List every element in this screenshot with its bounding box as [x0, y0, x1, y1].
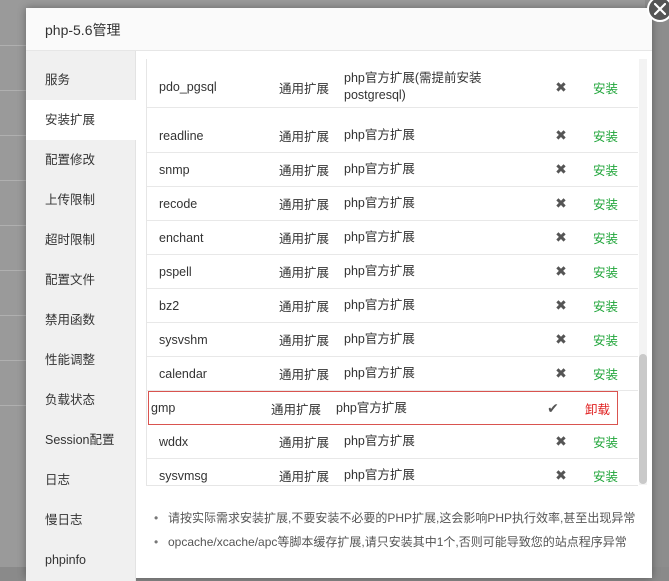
sidebar-item-phpinfo[interactable]: phpinfo: [26, 540, 135, 580]
table-row: enchant 通用扩展 php官方扩展 ✖ 安装: [147, 221, 638, 255]
ext-name: pspell: [159, 264, 192, 279]
ext-desc: php官方扩展: [344, 298, 415, 312]
ext-name: bz2: [159, 298, 180, 313]
php-manager-dialog: php-5.6管理 服务 安装扩展 配置修改 上传限制 超时限制 配置文件 禁用…: [26, 8, 652, 581]
table-row-selected: gmp 通用扩展 php官方扩展 ✔ 卸载: [148, 391, 618, 425]
tips-list: 请按实际需求安装扩展,不要安装不必要的PHP扩展,这会影响PHP执行效率,甚至出…: [152, 506, 647, 554]
not-installed-icon: ✖: [555, 263, 567, 279]
install-button[interactable]: 安装: [593, 357, 618, 390]
ext-type: 通用扩展: [279, 334, 330, 348]
ext-desc: php官方扩展: [344, 468, 415, 482]
sidebar-item-disabled-functions[interactable]: 禁用函数: [26, 300, 135, 340]
ext-desc: php官方扩展: [344, 332, 415, 346]
sidebar-item-config-edit[interactable]: 配置修改: [26, 140, 135, 180]
sidebar-item-slow-log[interactable]: 慢日志: [26, 500, 135, 540]
ext-desc: php官方扩展: [344, 366, 415, 380]
table-row: sysvshm 通用扩展 php官方扩展 ✖ 安装: [147, 323, 638, 357]
sidebar-item-config-file[interactable]: 配置文件: [26, 260, 135, 300]
install-button[interactable]: 安装: [593, 255, 618, 288]
not-installed-icon: ✖: [555, 331, 567, 347]
ext-type: 通用扩展: [279, 81, 330, 96]
table-row: readline 通用扩展 php官方扩展 ✖ 安装: [147, 119, 638, 153]
scrollbar-thumb[interactable]: [639, 354, 647, 484]
sidebar-item-install-extensions[interactable]: 安装扩展: [26, 100, 136, 140]
table-row: bz2 通用扩展 php官方扩展 ✖ 安装: [147, 289, 638, 323]
ext-name: recode: [159, 196, 198, 211]
not-installed-icon: ✖: [555, 127, 567, 143]
not-installed-icon: ✖: [555, 467, 567, 483]
ext-name: sysvmsg: [159, 468, 208, 483]
install-button[interactable]: 安装: [593, 153, 618, 186]
install-button[interactable]: 安装: [593, 67, 618, 107]
ext-type: 通用扩展: [279, 368, 330, 382]
table-row: wddx 通用扩展 php官方扩展 ✖ 安装: [147, 425, 638, 459]
ext-type: 通用扩展: [279, 470, 330, 484]
content-area: pdo_pgsql 通用扩展 php官方扩展(需提前安装postgresql) …: [136, 51, 652, 581]
ext-name: wddx: [159, 434, 189, 449]
ext-type: 通用扩展: [279, 164, 330, 178]
ext-desc: php官方扩展: [344, 128, 415, 142]
ext-desc: php官方扩展: [344, 230, 415, 244]
extensions-table: pdo_pgsql 通用扩展 php官方扩展(需提前安装postgresql) …: [146, 59, 638, 486]
ext-desc: php官方扩展: [344, 434, 415, 448]
install-button[interactable]: 安装: [593, 425, 618, 458]
not-installed-icon: ✖: [555, 161, 567, 177]
uninstall-button[interactable]: 卸载: [585, 392, 610, 424]
install-button[interactable]: 安装: [593, 289, 618, 322]
sidebar-item-session-config[interactable]: Session配置: [26, 420, 135, 460]
not-installed-icon: ✖: [555, 365, 567, 381]
ext-type: 通用扩展: [279, 300, 330, 314]
installed-check-icon: ✔: [547, 399, 559, 416]
ext-type: 通用扩展: [279, 266, 330, 280]
table-row: pdo_pgsql 通用扩展 php官方扩展(需提前安装postgresql) …: [147, 67, 638, 108]
ext-name: calendar: [159, 366, 207, 381]
install-button[interactable]: 安装: [593, 119, 618, 152]
sidebar-item-load-status[interactable]: 负载状态: [26, 380, 135, 420]
ext-desc: php官方扩展(需提前安装postgresql): [344, 71, 482, 102]
tip-item: 请按实际需求安装扩展,不要安装不必要的PHP扩展,这会影响PHP执行效率,甚至出…: [152, 506, 647, 530]
not-installed-icon: ✖: [555, 195, 567, 211]
ext-desc: php官方扩展: [344, 162, 415, 176]
table-row: sysvmsg 通用扩展 php官方扩展 ✖ 安装: [147, 459, 638, 485]
install-button[interactable]: 安装: [593, 323, 618, 356]
ext-name: sysvshm: [159, 332, 208, 347]
table-row: calendar 通用扩展 php官方扩展 ✖ 安装: [147, 357, 638, 391]
tip-item: opcache/xcache/apc等脚本缓存扩展,请只安装其中1个,否则可能导…: [152, 530, 647, 554]
close-icon: [654, 3, 666, 15]
sidebar-item-timeout-limit[interactable]: 超时限制: [26, 220, 135, 260]
install-button[interactable]: 安装: [593, 221, 618, 254]
install-button[interactable]: 安装: [593, 187, 618, 220]
dialog-title: php-5.6管理: [45, 22, 121, 38]
ext-type: 通用扩展: [279, 436, 330, 450]
not-installed-icon: ✖: [555, 229, 567, 245]
table-row: recode 通用扩展 php官方扩展 ✖ 安装: [147, 187, 638, 221]
ext-type: 通用扩展: [279, 198, 330, 212]
not-installed-icon: ✖: [555, 433, 567, 449]
ext-name: readline: [159, 128, 204, 143]
not-installed-icon: ✖: [555, 297, 567, 313]
ext-desc: php官方扩展: [336, 400, 407, 415]
table-row: snmp 通用扩展 php官方扩展 ✖ 安装: [147, 153, 638, 187]
ext-type: 通用扩展: [271, 402, 322, 417]
ext-desc: php官方扩展: [344, 264, 415, 278]
ext-name: gmp: [151, 401, 176, 415]
sidebar-item-performance[interactable]: 性能调整: [26, 340, 135, 380]
ext-name: enchant: [159, 230, 204, 245]
install-button[interactable]: 安装: [593, 459, 618, 485]
ext-name: snmp: [159, 162, 190, 177]
ext-type: 通用扩展: [279, 232, 330, 246]
ext-type: 通用扩展: [279, 130, 330, 144]
sidebar: 服务 安装扩展 配置修改 上传限制 超时限制 配置文件 禁用函数 性能调整 负载…: [26, 51, 136, 581]
table-row: pspell 通用扩展 php官方扩展 ✖ 安装: [147, 255, 638, 289]
sidebar-item-log[interactable]: 日志: [26, 460, 135, 500]
dialog-header: php-5.6管理: [26, 8, 652, 51]
sidebar-item-service[interactable]: 服务: [26, 60, 135, 100]
ext-desc: php官方扩展: [344, 196, 415, 210]
ext-name: pdo_pgsql: [159, 80, 217, 94]
sidebar-item-upload-limit[interactable]: 上传限制: [26, 180, 135, 220]
not-installed-icon: ✖: [555, 78, 567, 95]
